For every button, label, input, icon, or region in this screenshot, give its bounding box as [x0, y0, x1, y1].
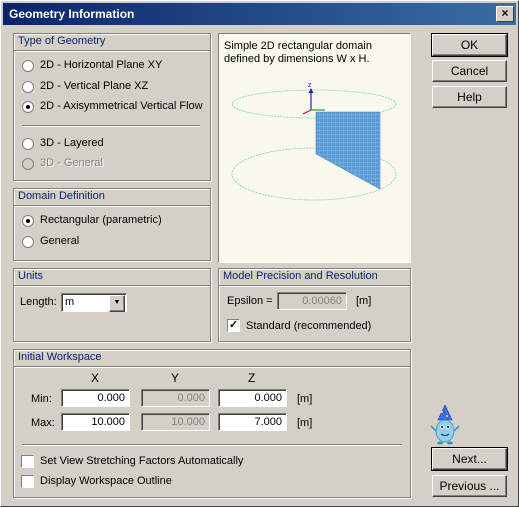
geometry-separator	[22, 125, 200, 127]
wizard-mascot-icon	[430, 405, 460, 445]
min-x-field[interactable]: 0.000	[61, 389, 130, 407]
min-y-field: 0.000	[141, 389, 210, 407]
type-of-geometry-heading: Type of Geometry	[14, 34, 210, 51]
epsilon-label: Epsilon =	[227, 295, 273, 307]
stretch-label[interactable]: Set View Stretching Factors Automaticall…	[40, 455, 243, 467]
min-z-field[interactable]: 0.000	[218, 389, 287, 407]
close-button[interactable]: ×	[496, 6, 514, 22]
standard-label[interactable]: Standard (recommended)	[246, 320, 371, 332]
z-axis-label: z	[308, 82, 312, 89]
radio-rectangular-label[interactable]: Rectangular (parametric)	[40, 214, 162, 226]
x-axis-icon	[302, 109, 312, 115]
max-x-field[interactable]: 10.000	[61, 413, 130, 431]
radio-2d-axisymmetric-label[interactable]: 2D - Axisymmetrical Vertical Flow	[40, 100, 203, 112]
radio-general[interactable]	[22, 236, 34, 248]
standard-checkbox[interactable]: ✓	[227, 319, 240, 332]
radio-3d-general-label: 3D - General	[40, 157, 103, 169]
radio-2d-vertical-label[interactable]: 2D - Vertical Plane XZ	[40, 80, 148, 92]
min-unit: [m]	[297, 393, 313, 405]
radio-3d-layered[interactable]	[22, 138, 34, 150]
previous-button[interactable]: Previous ...	[432, 475, 507, 497]
radio-general-label[interactable]: General	[40, 235, 79, 247]
stretch-checkbox[interactable]	[21, 455, 34, 468]
workspace-heading: Initial Workspace	[14, 350, 410, 367]
domain-mesh	[315, 111, 381, 190]
radio-2d-axisymmetric[interactable]	[22, 101, 34, 113]
units-heading: Units	[14, 269, 210, 286]
radio-2d-horizontal-label[interactable]: 2D - Horizontal Plane XY	[40, 59, 162, 71]
max-y-field: 10.000	[141, 413, 210, 431]
epsilon-field: 0.00060	[277, 292, 347, 310]
window-title: Geometry Information	[9, 7, 135, 21]
max-unit: [m]	[297, 417, 313, 429]
max-z-field[interactable]: 7.000	[218, 413, 287, 431]
title-bar: Geometry Information ×	[3, 3, 516, 25]
domain-preview-graphic: z	[231, 82, 397, 201]
domain-definition-heading: Domain Definition	[14, 189, 210, 206]
ok-button[interactable]: OK	[431, 33, 508, 57]
outline-checkbox[interactable]	[21, 475, 34, 488]
length-unit-value: m	[65, 296, 75, 308]
next-button[interactable]: Next...	[431, 447, 508, 471]
length-label: Length:	[20, 296, 57, 308]
cancel-button[interactable]: Cancel	[432, 60, 507, 82]
column-y-header: Y	[171, 371, 180, 385]
length-unit-select[interactable]: m ▼	[61, 293, 127, 312]
chevron-down-icon[interactable]: ▼	[109, 295, 125, 312]
workspace-separator	[22, 444, 402, 446]
help-button[interactable]: Help	[432, 86, 507, 108]
epsilon-unit: [m]	[356, 295, 372, 307]
radio-2d-vertical[interactable]	[22, 81, 34, 93]
max-label: Max:	[31, 417, 55, 429]
geometry-preview: Simple 2D rectangular domain defined by …	[218, 33, 411, 263]
column-z-header: Z	[248, 371, 256, 385]
radio-2d-horizontal[interactable]	[22, 60, 34, 72]
radio-3d-layered-label[interactable]: 3D - Layered	[40, 137, 104, 149]
outline-label[interactable]: Display Workspace Outline	[40, 475, 172, 487]
radio-3d-general	[22, 158, 34, 170]
min-label: Min:	[31, 393, 52, 405]
radio-rectangular[interactable]	[22, 215, 34, 227]
precision-heading: Model Precision and Resolution	[219, 269, 410, 286]
column-x-header: X	[91, 371, 100, 385]
